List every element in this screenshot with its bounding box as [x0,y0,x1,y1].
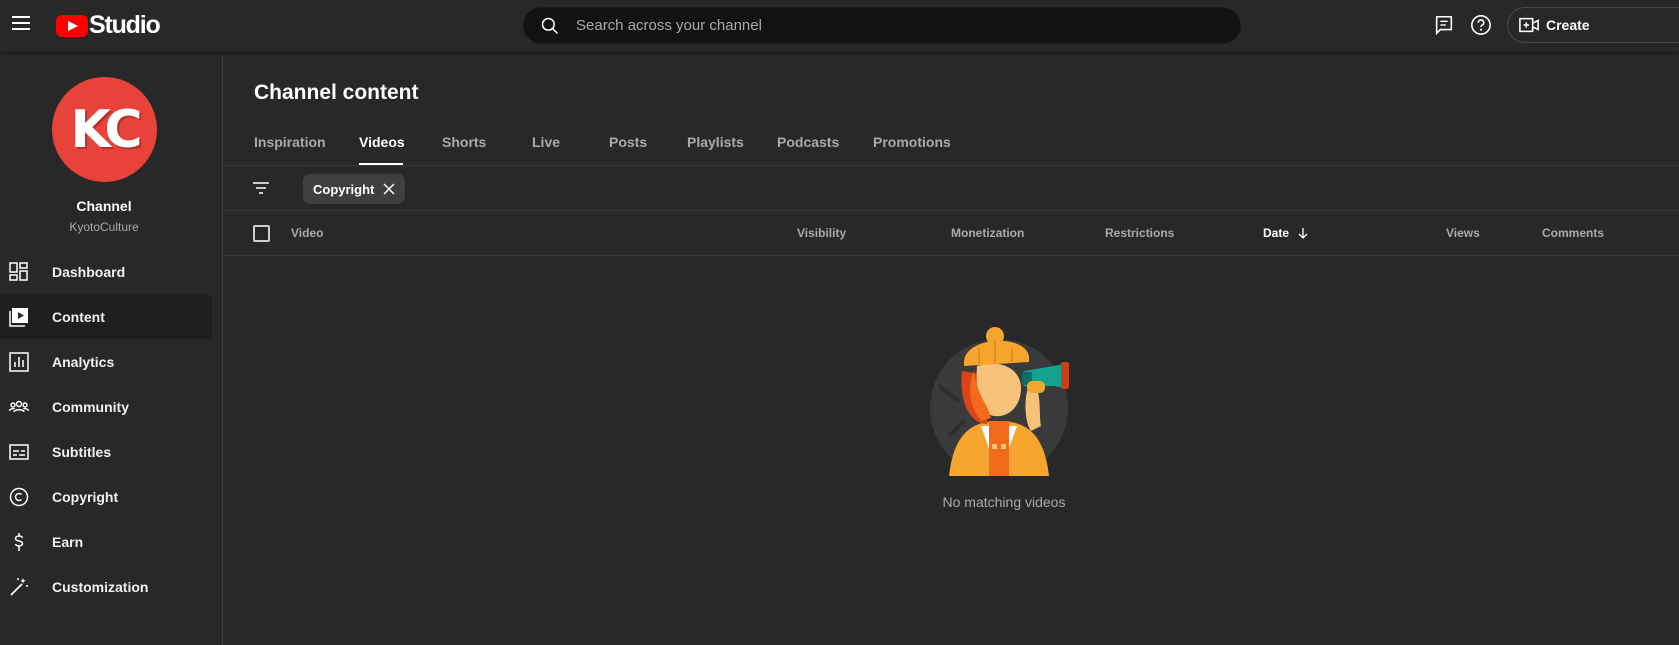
avatar-initials: KC [70,99,142,160]
create-button-label: Create [1546,17,1590,33]
dashboard-icon [9,261,29,282]
column-date-label: Date [1263,226,1290,240]
filter-chip-copyright[interactable]: Copyright [303,174,406,204]
page-title: Channel content [254,81,419,104]
column-date[interactable]: Date [1263,226,1309,240]
active-tab-indicator [359,163,403,165]
sidebar-item-label: Copyright [52,488,119,505]
main-content: Channel content Inspiration Videos Short… [224,56,1679,645]
sidebar-item-label: Customization [52,578,149,595]
create-button[interactable]: Create [1507,7,1679,43]
feedback-icon[interactable] [1433,14,1455,36]
youtube-logo-icon [56,14,88,37]
sidebar-item-label: Content [52,308,105,325]
sidebar-item-analytics[interactable]: Analytics [0,339,212,384]
channel-name: Channel [76,198,132,214]
arrow-down-icon [1298,228,1308,239]
column-comments[interactable]: Comments [1542,226,1604,240]
help-icon[interactable] [1470,14,1492,36]
channel-avatar[interactable]: KC [52,77,157,182]
tab-inspiration[interactable]: Inspiration [254,134,326,150]
top-bar: Studio Create [0,0,1679,53]
content-icon [9,307,29,327]
select-all-checkbox[interactable] [253,225,270,242]
filter-icon[interactable] [252,180,270,196]
analytics-icon [9,351,29,372]
search-icon[interactable] [540,16,560,36]
close-icon[interactable] [383,183,395,195]
tab-posts[interactable]: Posts [609,134,647,150]
community-icon [9,397,29,417]
tab-live[interactable]: Live [532,134,560,150]
channel-handle: KyotoCulture [69,220,139,234]
subtitles-icon [9,442,29,462]
sidebar-item-copyright[interactable]: Copyright [0,474,212,519]
sidebar-item-subtitles[interactable]: Subtitles [0,429,212,474]
content-tabs: Inspiration Videos Shorts Live Posts Pla… [224,126,1679,166]
earn-icon [9,532,29,552]
sidebar-item-label: Community [52,398,129,415]
column-monetization[interactable]: Monetization [951,226,1024,240]
sidebar-item-label: Dashboard [52,263,126,280]
tab-podcasts[interactable]: Podcasts [777,134,839,150]
copyright-icon [9,487,29,507]
empty-state-illustration [930,327,1069,476]
sidebar-item-dashboard[interactable]: Dashboard [0,249,212,294]
table-header: Video Visibility Monetization Restrictio… [224,211,1679,256]
logo-text: Studio [89,11,161,39]
sidebar-item-content[interactable]: Content [0,294,212,339]
tab-playlists[interactable]: Playlists [687,134,744,150]
sidebar-item-label: Subtitles [52,443,112,460]
sidebar-item-community[interactable]: Community [0,384,212,429]
tab-shorts[interactable]: Shorts [442,134,486,150]
tab-promotions[interactable]: Promotions [873,134,951,150]
filter-bar: Copyright [224,166,1679,211]
sidebar: KC Channel KyotoCulture Dashboard Conten… [0,56,223,645]
column-restrictions[interactable]: Restrictions [1105,226,1174,240]
tab-videos[interactable]: Videos [359,134,405,150]
sidebar-item-earn[interactable]: Earn [0,519,212,564]
filter-chip-label: Copyright [313,181,375,197]
column-visibility[interactable]: Visibility [797,226,846,240]
sidebar-item-customization[interactable]: Customization [0,564,212,609]
search-input[interactable] [576,8,1196,43]
sidebar-item-label: Analytics [52,353,115,370]
sidebar-nav: Dashboard Content Analytics Community Su… [0,249,223,609]
customization-icon [9,577,29,597]
sidebar-item-label: Earn [52,533,84,550]
column-video[interactable]: Video [291,226,323,240]
studio-logo[interactable]: Studio [56,11,161,40]
create-video-icon [1519,17,1539,33]
search-bar[interactable] [523,7,1241,44]
column-views[interactable]: Views [1446,226,1480,240]
menu-icon[interactable] [12,16,30,30]
empty-state-message: No matching videos [942,494,1066,510]
